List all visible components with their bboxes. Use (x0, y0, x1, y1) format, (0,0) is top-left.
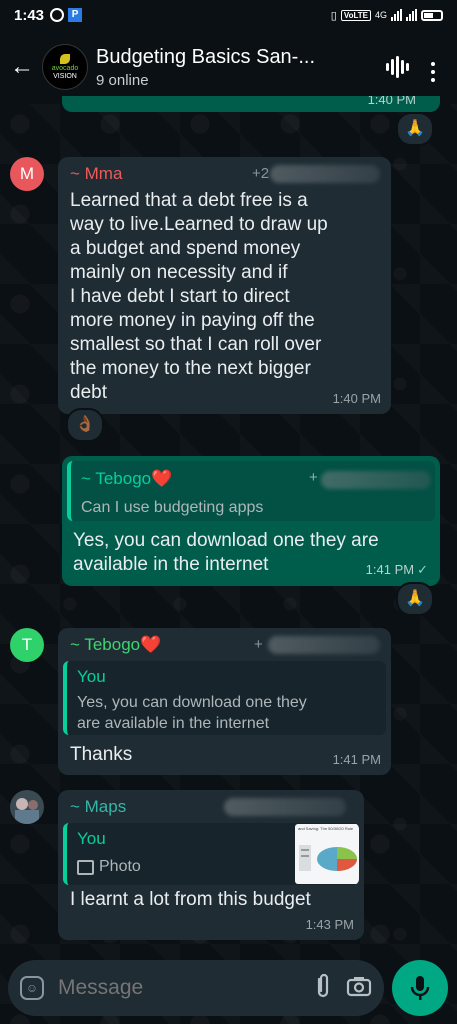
reaction-badge[interactable]: 🙏 (396, 582, 434, 616)
partial-message-time: 1:40 PM (367, 96, 416, 107)
back-arrow-icon[interactable]: ← (2, 53, 42, 81)
partial-outgoing-message[interactable]: 1:40 PM (62, 96, 440, 112)
sent-tick-icon: ✓ (417, 562, 428, 577)
sender-name[interactable]: ~ Tebogo❤️ (70, 635, 161, 655)
people-photo-icon (15, 798, 39, 824)
sender-name[interactable]: ~ Mma (70, 164, 122, 184)
quote-text: Yes, you can download one they are avail… (77, 694, 307, 732)
quote-sender: You (77, 829, 106, 848)
pie-chart-thumbnail-icon (299, 845, 357, 871)
quote-media-label: Photo (99, 858, 141, 875)
status-time: 1:43 (14, 6, 45, 24)
outgoing-message[interactable]: ~ Tebogo❤️ + Can I use budgeting apps Ye… (62, 456, 440, 586)
redacted-phone (321, 471, 431, 489)
voice-chat-icon[interactable] (379, 56, 415, 78)
reaction-badge[interactable]: 🙏 (396, 112, 434, 146)
voice-record-button[interactable] (392, 960, 448, 1016)
quoted-message[interactable]: You Yes, you can download one they are a… (63, 661, 386, 735)
group-avatar[interactable]: avocado VISION (42, 44, 88, 90)
battery-icon (421, 9, 443, 21)
message-time: 1:40 PM (332, 391, 381, 406)
redacted-phone (224, 798, 346, 816)
vibrate-icon: ▯ (330, 9, 337, 22)
quote-text: Can I use budgeting apps (81, 499, 264, 516)
camera-icon[interactable] (346, 975, 372, 1002)
whatsapp-notification-icon (50, 8, 65, 22)
message-text: Learned that a debt free is a way to liv… (70, 190, 328, 403)
avatar[interactable]: T (10, 628, 44, 662)
volte-badge: VoLTE (340, 9, 371, 21)
emoji-sticker-icon[interactable]: ☺ (20, 976, 44, 1000)
incoming-message[interactable]: ~ Maps You Photo and Saving: The 50/30/2… (58, 790, 364, 940)
message-text: I learnt a lot from this budget (70, 889, 311, 910)
incoming-message[interactable]: ~ Tebogo❤️ + You Yes, you can download o… (58, 628, 391, 775)
quote-sender: ~ Tebogo❤️ (81, 469, 173, 488)
photo-thumbnail[interactable]: and Saving: The 50/30/20 Rule (295, 824, 359, 884)
avatar-text-2: VISION (53, 72, 77, 80)
quoted-message[interactable]: ~ Tebogo❤️ + Can I use budgeting apps (67, 461, 435, 521)
more-options-icon[interactable] (415, 53, 451, 82)
quote-sender: You (77, 667, 106, 686)
thumbnail-caption: and Saving: The 50/30/20 Rule (298, 826, 354, 831)
reaction-badge[interactable]: 👌🏾 (66, 408, 104, 442)
avatar[interactable]: M (10, 157, 44, 191)
chat-title-area[interactable]: Budgeting Basics San-... 9 online (96, 46, 379, 89)
attach-paperclip-icon[interactable] (314, 973, 332, 1004)
message-time: 1:43 PM (305, 917, 354, 932)
signal-icon-2 (406, 9, 417, 21)
signal-icon (391, 9, 402, 21)
message-text: Thanks (70, 744, 133, 765)
sender-phone: + (254, 636, 263, 653)
chat-title: Budgeting Basics San-... (96, 45, 316, 68)
message-time: 1:41 PM ✓ (365, 562, 428, 577)
message-composer: ☺ (8, 960, 384, 1016)
message-input[interactable] (56, 975, 306, 1001)
p-app-notification-icon: P (68, 8, 83, 22)
message-time: 1:41 PM (332, 752, 381, 767)
network-type: 4G (374, 10, 387, 20)
quote-sender-phone: + (309, 469, 318, 486)
sender-phone: +2 (252, 165, 270, 182)
avatar-text-1: avocado (51, 64, 79, 72)
microphone-icon (410, 976, 430, 1000)
quoted-photo-message[interactable]: You Photo and Saving: The 50/30/20 Rule (63, 823, 359, 885)
avocado-logo-icon (60, 53, 70, 64)
photo-icon (77, 860, 94, 875)
status-indicators: ▯ VoLTE 4G (331, 9, 443, 22)
avatar-photo[interactable] (10, 790, 44, 824)
redacted-phone (270, 165, 380, 183)
redacted-phone (268, 636, 380, 654)
sender-name[interactable]: ~ Maps (70, 797, 126, 817)
incoming-message[interactable]: ~ Mma +2 Learned that a debt free is a w… (58, 157, 391, 414)
chat-header: ← avocado VISION Budgeting Basics San-..… (0, 30, 457, 104)
status-bar: 1:43 P ▯ VoLTE 4G (0, 0, 457, 30)
online-count: 9 online (96, 71, 149, 89)
